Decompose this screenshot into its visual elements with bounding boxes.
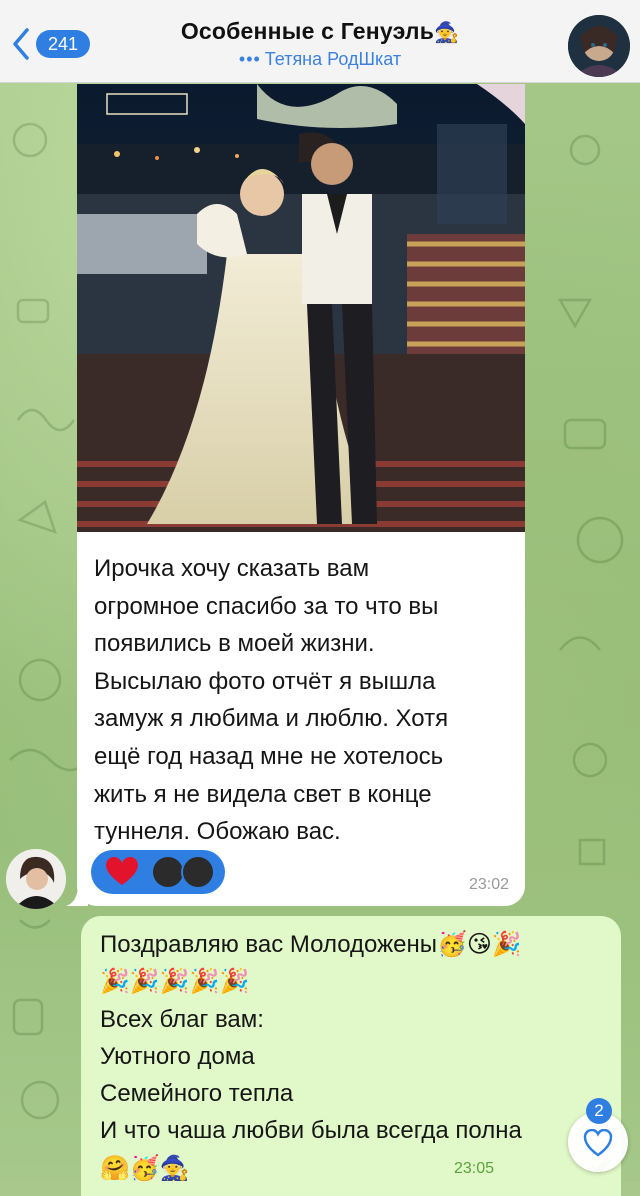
message-line: ещё год назад мне не хотелось [94, 742, 444, 770]
message-time: 23:02 [468, 876, 509, 893]
bubble-tail [66, 884, 88, 906]
typing-status: ••• Тетяна РодШкат [120, 49, 520, 70]
message-line: Ирочка хочу сказать вам [94, 555, 370, 582]
wedding-photo[interactable] [77, 84, 525, 532]
reactor-avatar [151, 855, 185, 889]
heart-outline-icon [583, 1129, 613, 1157]
outgoing-message[interactable]: Поздравляю вас Молодожены🥳😘🎉 🎉🎉🎉🎉🎉 Всех … [81, 916, 621, 1196]
unread-count-badge: 241 [36, 30, 91, 58]
chevron-left-icon [13, 28, 29, 60]
message-line: огромное спасибо за то что вы [94, 592, 439, 620]
message-line: туннеля. Обожаю вас. [94, 818, 341, 846]
outgoing-line: 🎉🎉🎉🎉🎉 [100, 968, 250, 996]
reactions-count-badge: 2 [586, 1098, 612, 1124]
outgoing-text: Поздравляю вас Молодожены🥳😘🎉 🎉🎉🎉🎉🎉 Всех … [100, 926, 610, 1187]
outgoing-line: Поздравляю вас Молодожены🥳😘🎉 [100, 931, 522, 958]
outgoing-line: Уютного дома [100, 1042, 255, 1070]
chat-header: 241 Особенные с Генуэль🧙 ••• Тетяна РодШк… [0, 0, 640, 83]
message-text: Ирочка хочу сказать вам огромное спасибо… [94, 550, 514, 851]
reaction-chip[interactable] [91, 850, 225, 894]
chat-title: Особенные с Генуэль🧙 [120, 18, 520, 45]
outgoing-line: И что чаша любви была всегда полна [100, 1117, 522, 1145]
group-avatar-icon [568, 15, 630, 77]
outgoing-line: 🤗🥳🧙 [100, 1154, 190, 1182]
outgoing-time: 23:05 [454, 1160, 495, 1177]
typing-user: Тетяна РодШкат [264, 49, 402, 69]
message-line: появились в моей жизни. [94, 630, 375, 658]
message-line: замуж я любима и люблю. Хотя [94, 705, 449, 733]
message-line: Высылаю фото отчёт я вышла [94, 667, 436, 695]
incoming-message[interactable]: Ирочка хочу сказать вам огромное спасибо… [77, 84, 525, 906]
sender-avatar-icon [6, 849, 66, 909]
chat-title-text: Особенные с Генуэль [180, 18, 435, 44]
message-line: жить я не видела свет в конце [94, 780, 432, 808]
outgoing-line: Семейного тепла [100, 1080, 294, 1108]
group-avatar[interactable] [568, 15, 630, 77]
back-button[interactable]: 241 [10, 26, 91, 62]
typing-indicator-icon: ••• [238, 49, 261, 69]
reactor-avatar [181, 855, 215, 889]
outgoing-line: Всех благ вам: [100, 1005, 264, 1033]
witch-emoji: 🧙 [434, 22, 460, 44]
chat-title-area[interactable]: Особенные с Генуэль🧙 ••• Тетяна РодШкат [120, 18, 520, 70]
sender-avatar[interactable] [6, 849, 66, 909]
red-heart-icon [106, 857, 138, 885]
